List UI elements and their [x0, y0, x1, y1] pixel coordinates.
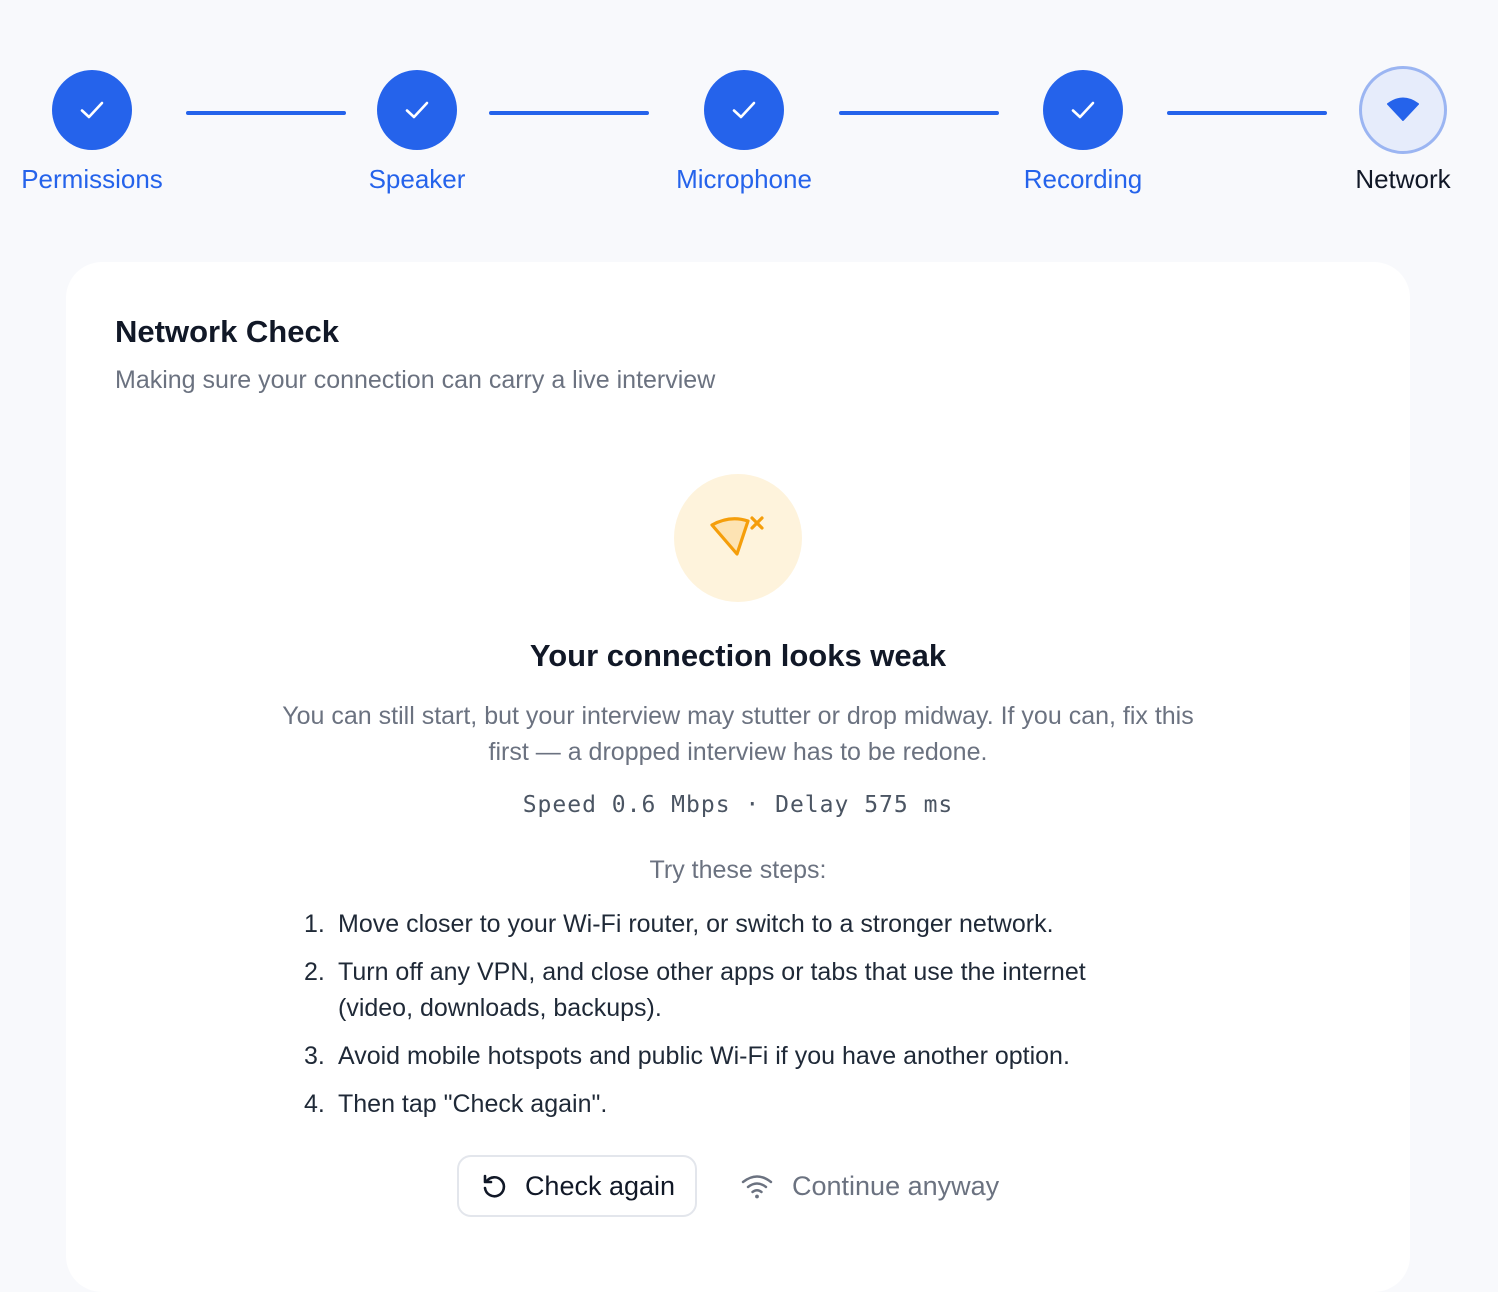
step-label: Network [1355, 164, 1451, 194]
step-label: Speaker [368, 164, 466, 194]
continue-anyway-button[interactable]: Continue anyway [740, 1155, 999, 1217]
network-metrics: Speed 0.6 Mbps · Delay 575 ms [522, 792, 954, 818]
warning-badge [674, 474, 802, 602]
list-item-text: Move closer to your Wi-Fi router, or swi… [338, 910, 1054, 938]
list-item-number: 1. [304, 910, 325, 938]
step-permissions[interactable]: Permissions [0, 70, 202, 194]
progress-stepper: Permissions Speaker Microphone Recording [0, 0, 1498, 220]
step-complete-badge [52, 70, 132, 150]
wifi-off-icon [710, 516, 764, 556]
step-microphone[interactable]: Microphone [634, 70, 854, 194]
step-complete-badge [1043, 70, 1123, 150]
list-item: 2. Turn off any VPN, and close other app… [304, 954, 1164, 1026]
check-again-button[interactable]: Check again [457, 1155, 697, 1217]
step-current-badge [1359, 66, 1447, 154]
step-label: Permissions [21, 164, 163, 194]
list-item-number: 2. [304, 958, 325, 986]
troubleshoot-heading: Try these steps: [649, 856, 827, 884]
check-again-label: Check again [524, 1170, 676, 1201]
check-icon [405, 101, 429, 119]
check-icon [80, 101, 104, 119]
network-check-card: Network Check Making sure your connectio… [66, 262, 1410, 1292]
step-label: Recording [1023, 164, 1143, 194]
step-speaker[interactable]: Speaker [307, 70, 527, 194]
list-item-number: 3. [304, 1042, 325, 1070]
status-description: You can still start, but your interview … [282, 702, 1194, 766]
status-title: Your connection looks weak [529, 638, 947, 673]
list-item: 1. Move closer to your Wi-Fi router, or … [304, 906, 1164, 942]
step-complete-badge [377, 70, 457, 150]
list-item-number: 4. [304, 1090, 325, 1118]
refresh-icon [483, 1174, 506, 1198]
step-label: Microphone [676, 164, 812, 194]
card-subtitle: Making sure your connection can carry a … [115, 366, 716, 394]
list-item-text: Turn off any VPN, and close other apps o… [338, 958, 1086, 1022]
card-title: Network Check [115, 314, 339, 349]
list-item: 4. Then tap "Check again". [304, 1086, 1164, 1122]
check-icon [732, 101, 756, 119]
wifi-icon [741, 1175, 773, 1199]
check-icon [1071, 101, 1095, 119]
step-recording[interactable]: Recording [973, 70, 1193, 194]
step-complete-badge [704, 70, 784, 150]
list-item: 3. Avoid mobile hotspots and public Wi-F… [304, 1038, 1164, 1074]
list-item-text: Then tap "Check again". [338, 1090, 608, 1118]
list-item-text: Avoid mobile hotspots and public Wi-Fi i… [338, 1042, 1070, 1070]
troubleshoot-list: 1. Move closer to your Wi-Fi router, or … [304, 906, 1164, 1134]
continue-anyway-label: Continue anyway [792, 1170, 1000, 1201]
wifi-icon [1387, 97, 1419, 121]
step-network[interactable]: Network [1293, 66, 1498, 194]
